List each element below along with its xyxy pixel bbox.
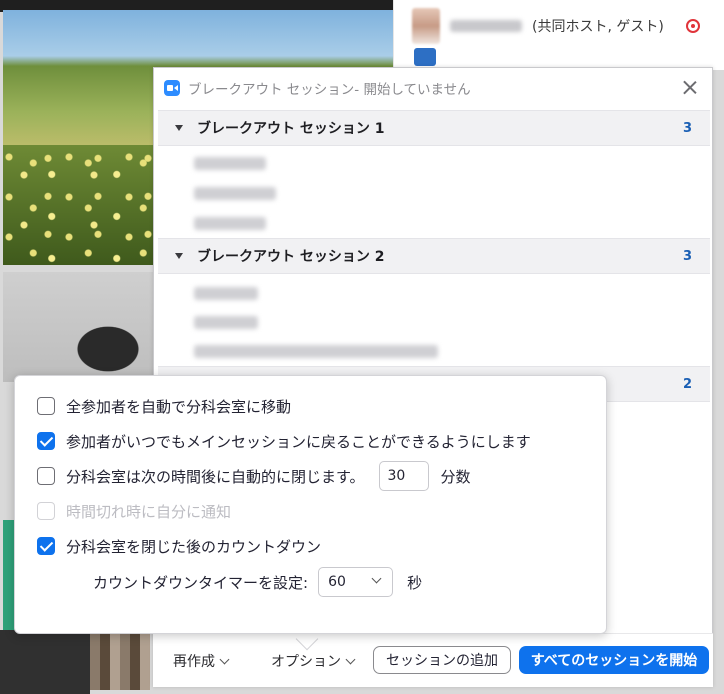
collapse-triangle-icon[interactable]: [175, 253, 183, 259]
countdown-value: 60: [328, 574, 346, 590]
participant-name-redacted: [450, 20, 522, 32]
option-label: 全参加者を自動で分科会室に移動: [66, 397, 292, 416]
list-item[interactable]: [194, 341, 438, 361]
list-item[interactable]: [194, 183, 276, 203]
chevron-down-icon: [219, 654, 230, 664]
option-label: 時間切れ時に自分に通知: [66, 502, 232, 521]
participant-row[interactable]: (共同ホスト, ゲスト): [412, 8, 664, 44]
option-auto-move[interactable]: 全参加者を自動で分科会室に移動: [37, 394, 291, 418]
option-label: 参加者がいつでもメインセッションに戻ることができるようにします: [66, 432, 531, 451]
recording-icon[interactable]: [686, 19, 700, 33]
window-titlebar: ブレークアウト セッション- 開始していません: [154, 68, 712, 108]
countdown-checkbox[interactable]: [37, 537, 55, 555]
chevron-down-icon: [371, 573, 382, 584]
close-icon[interactable]: [682, 79, 698, 95]
video-tile-dark: [0, 630, 90, 694]
member-name-redacted: [194, 186, 276, 200]
options-label: オプション: [271, 654, 341, 670]
close-after-minutes-input[interactable]: [378, 461, 429, 491]
session-name: ブレークアウト セッション 1: [197, 121, 385, 137]
member-name-redacted: [194, 344, 438, 358]
countdown-select[interactable]: 60: [318, 567, 394, 597]
list-item[interactable]: [194, 312, 258, 332]
recreate-button[interactable]: 再作成: [173, 651, 230, 671]
notify-timeout-checkbox: [37, 502, 55, 520]
session-header-2[interactable]: ブレークアウト セッション 2 3: [158, 238, 710, 274]
session-participant-count: 3: [682, 248, 692, 264]
option-label: 分科会室は次の時間後に自動的に閉じます。: [66, 467, 365, 486]
participant-role: (共同ホスト, ゲスト): [532, 19, 664, 35]
minutes-unit: 分数: [440, 467, 471, 486]
session-name: ブレークアウト セッション 2: [197, 249, 385, 265]
start-all-sessions-button[interactable]: すべてのセッションを開始: [519, 646, 709, 674]
options-popup: 全参加者を自動で分科会室に移動 参加者がいつでもメインセッションに戻ることができ…: [14, 375, 607, 634]
avatar: [412, 8, 440, 44]
countdown-timer-setting: カウントダウンタイマーを設定: 60 秒: [93, 567, 422, 597]
list-item[interactable]: [194, 283, 258, 303]
option-notify-timeout: 時間切れ時に自分に通知: [37, 499, 231, 523]
participant-panel: (共同ホスト, ゲスト): [393, 0, 724, 70]
auto-move-checkbox[interactable]: [37, 397, 55, 415]
allow-return-checkbox[interactable]: [37, 432, 55, 450]
list-item[interactable]: [194, 213, 266, 233]
window-title: ブレークアウト セッション- 開始していません: [188, 82, 471, 98]
option-auto-close[interactable]: 分科会室は次の時間後に自動的に閉じます。 分数: [37, 461, 471, 491]
zoom-app-icon: [164, 80, 180, 96]
video-tile-person: [3, 272, 153, 382]
add-session-button[interactable]: セッションの追加: [373, 646, 511, 674]
member-name-redacted: [194, 286, 258, 300]
recreate-label: 再作成: [173, 654, 215, 670]
auto-close-checkbox[interactable]: [37, 467, 55, 485]
option-allow-return[interactable]: 参加者がいつでもメインセッションに戻ることができるようにします: [37, 429, 531, 453]
session-participant-count: 3: [682, 120, 692, 136]
collapse-triangle-icon[interactable]: [175, 125, 183, 131]
breakout-bottom-bar: 再作成 オプション セッションの追加 すべてのセッションを開始: [153, 633, 713, 687]
chevron-down-icon: [345, 654, 356, 664]
option-label: 分科会室を閉じた後のカウントダウン: [66, 537, 322, 556]
member-name-redacted: [194, 315, 258, 329]
session-header-1[interactable]: ブレークアウト セッション 1 3: [158, 110, 710, 146]
seconds-unit: 秒: [407, 573, 423, 592]
video-off-icon: [414, 48, 436, 66]
list-item[interactable]: [194, 153, 266, 173]
option-countdown[interactable]: 分科会室を閉じた後のカウントダウン: [37, 534, 321, 558]
member-name-redacted: [194, 216, 266, 230]
session-participant-count: 2: [682, 376, 692, 392]
options-button[interactable]: オプション: [271, 651, 356, 671]
member-name-redacted: [194, 156, 266, 170]
countdown-label: カウントダウンタイマーを設定:: [93, 573, 309, 592]
video-tile-pixelated: [90, 630, 150, 690]
